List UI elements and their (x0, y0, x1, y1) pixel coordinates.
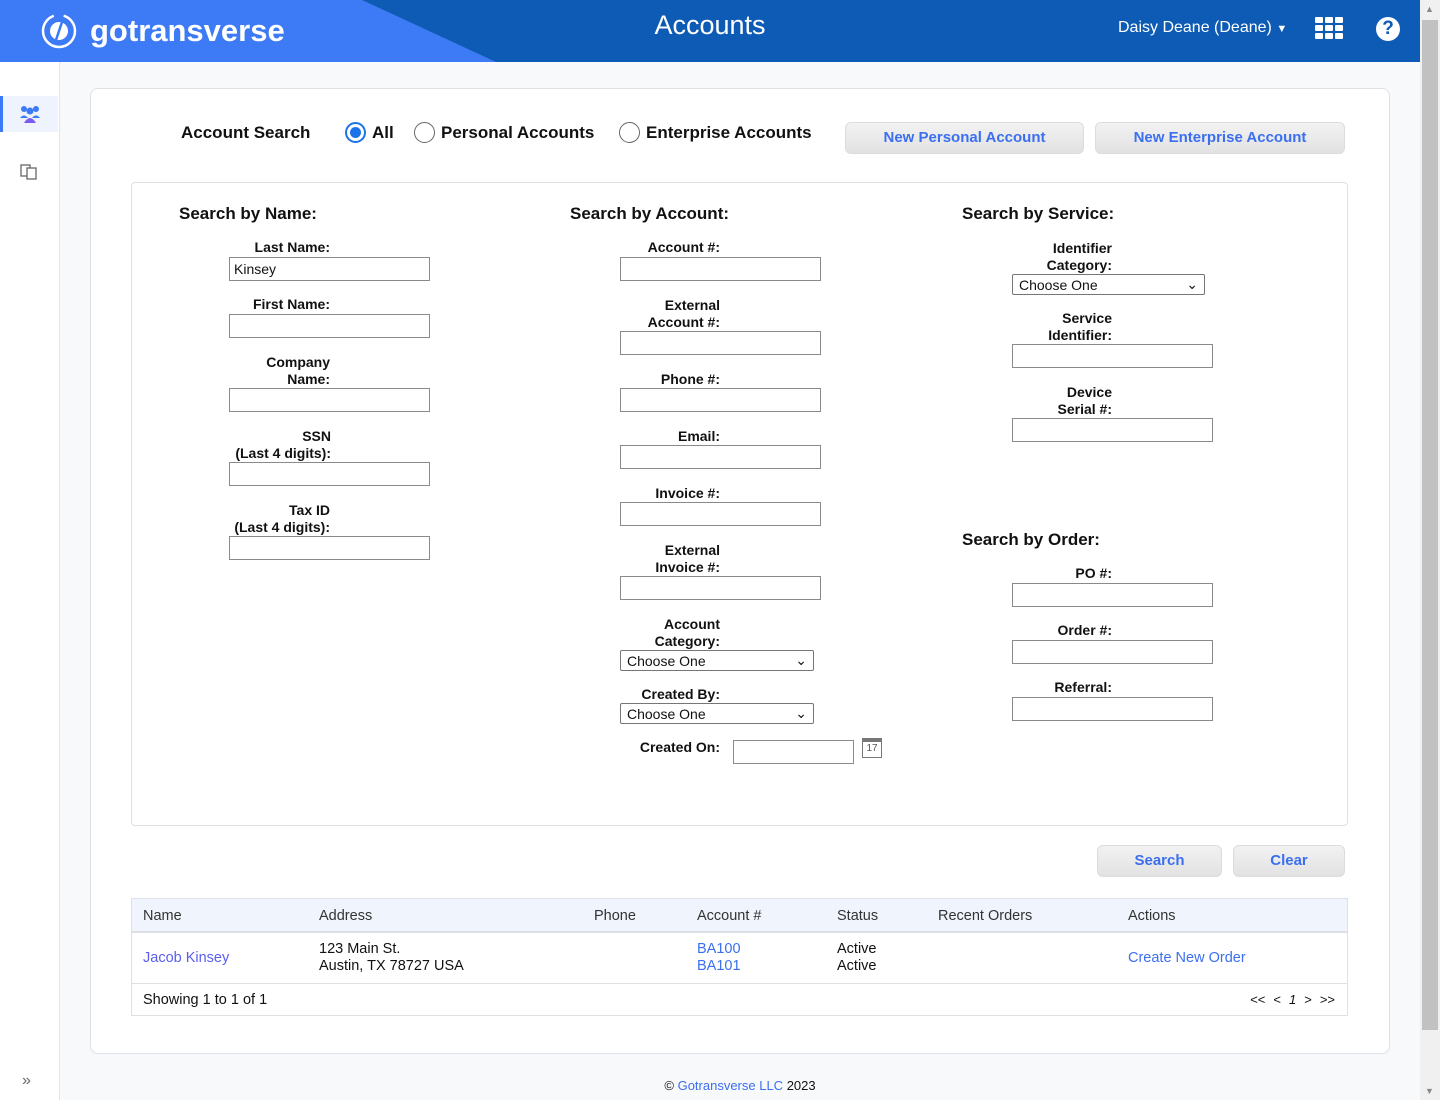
external-invoice-label: External Invoice #: (655, 542, 720, 575)
account-number-input[interactable] (620, 257, 821, 281)
prev-page-button[interactable]: < (1273, 992, 1281, 1007)
phone-input[interactable] (620, 388, 821, 412)
company-name-input[interactable] (229, 388, 430, 412)
company-link[interactable]: Gotransverse LLC (678, 1078, 784, 1093)
new-personal-account-button[interactable]: New Personal Account (845, 122, 1084, 154)
created-by-select[interactable]: Choose One ⌄ (620, 703, 814, 724)
external-invoice-input[interactable] (620, 576, 821, 600)
sidebar: » (0, 62, 60, 1100)
referral-input[interactable] (1012, 697, 1213, 721)
chevron-down-icon: ⌄ (795, 705, 807, 721)
footer: © Gotransverse LLC 2023 (664, 1078, 816, 1093)
table-header: Name Address Phone Account # Status Rece… (132, 899, 1347, 933)
invoice-label: Invoice #: (655, 485, 720, 501)
scrollbar[interactable]: ▲ ▼ (1420, 0, 1440, 1100)
sidebar-item-accounts[interactable] (0, 96, 58, 132)
last-name-input[interactable]: Kinsey (229, 257, 430, 281)
created-by-label: Created By: (641, 686, 720, 702)
invoice-input[interactable] (620, 502, 821, 526)
first-page-button[interactable]: << (1250, 992, 1265, 1007)
help-icon[interactable]: ? (1376, 17, 1400, 41)
radio-all[interactable]: All (345, 122, 394, 143)
top-header: gotransverse Accounts Daisy Deane (Deane… (0, 0, 1420, 62)
documents-icon[interactable] (19, 161, 39, 181)
radio-enterprise-accounts[interactable]: Enterprise Accounts (619, 122, 812, 143)
accounts-users-icon (20, 106, 40, 123)
pager: << < 1 > >> (1250, 992, 1335, 1007)
email-input[interactable] (620, 445, 821, 469)
current-page[interactable]: 1 (1289, 992, 1296, 1007)
created-on-label: Created On: (639, 739, 720, 755)
email-label: Email: (677, 428, 720, 444)
external-account-input[interactable] (620, 331, 821, 355)
col-recent-orders: Recent Orders (938, 908, 1033, 924)
table-footer: Showing 1 to 1 of 1 << < 1 > >> (132, 983, 1347, 1016)
account-number-label: Account #: (647, 239, 720, 255)
calendar-icon[interactable]: 17 (862, 738, 882, 758)
service-identifier-label: Service Identifier: (1048, 310, 1112, 343)
create-new-order-link[interactable]: Create New Order (1128, 950, 1246, 966)
first-name-label: First Name: (252, 296, 330, 312)
po-label: PO #: (1075, 565, 1112, 581)
apps-grid-icon[interactable] (1315, 17, 1343, 39)
order-label: Order #: (1057, 622, 1112, 638)
account-link-ba100[interactable]: BA100 (697, 941, 741, 957)
status-ba100: Active (837, 941, 877, 957)
col-name: Name (143, 908, 182, 924)
search-by-account-heading: Search by Account: (570, 204, 730, 223)
search-by-service-heading: Search by Service: (962, 204, 1115, 223)
showing-count: Showing 1 to 1 of 1 (143, 992, 268, 1008)
account-category-select[interactable]: Choose One ⌄ (620, 650, 814, 671)
phone-label: Phone #: (660, 371, 720, 387)
order-input[interactable] (1012, 640, 1213, 664)
next-page-button[interactable]: > (1304, 992, 1312, 1007)
last-name-label: Last Name: (254, 239, 330, 255)
account-category-label: Account Category: (654, 616, 720, 649)
col-phone: Phone (594, 908, 636, 924)
ssn-label: SSN (Last 4 digits): (235, 428, 331, 461)
search-by-order-heading: Search by Order: (962, 530, 1100, 549)
chevron-down-icon: ⌄ (795, 652, 807, 668)
search-button[interactable]: Search (1097, 845, 1222, 877)
account-name-link[interactable]: Jacob Kinsey (143, 950, 229, 966)
caret-down-icon: ▼ (1276, 23, 1288, 35)
search-by-name-heading: Search by Name: (179, 204, 317, 223)
po-input[interactable] (1012, 583, 1213, 607)
radio-personal-accounts[interactable]: Personal Accounts (414, 122, 594, 143)
double-chevron-right-icon[interactable]: » (22, 1072, 31, 1090)
tax-id-label: Tax ID (Last 4 digits): (234, 502, 330, 535)
col-status: Status (837, 908, 879, 924)
col-address: Address (319, 908, 373, 924)
user-menu[interactable]: Daisy Deane (Deane) ▼ (1118, 19, 1287, 37)
first-name-input[interactable] (229, 314, 430, 338)
address-line2: Austin, TX 78727 USA (319, 958, 464, 974)
ssn-input[interactable] (229, 462, 430, 486)
device-serial-label: Device Serial #: (1057, 384, 1112, 417)
new-enterprise-account-button[interactable]: New Enterprise Account (1095, 122, 1345, 154)
results-table: Name Address Phone Account # Status Rece… (131, 898, 1348, 1016)
last-page-button[interactable]: >> (1320, 992, 1335, 1007)
account-link-ba101[interactable]: BA101 (697, 958, 741, 974)
col-actions: Actions (1128, 908, 1176, 924)
referral-label: Referral: (1054, 679, 1112, 695)
address-line1: 123 Main St. (319, 941, 401, 957)
service-identifier-input[interactable] (1012, 344, 1213, 368)
device-serial-input[interactable] (1012, 418, 1213, 442)
clear-button[interactable]: Clear (1233, 845, 1345, 877)
tax-id-input[interactable] (229, 536, 430, 560)
chevron-down-icon: ⌄ (1186, 276, 1198, 292)
created-on-input[interactable] (733, 740, 854, 764)
identifier-category-select[interactable]: Choose One ⌄ (1012, 274, 1205, 295)
external-account-label: External Account #: (647, 297, 720, 330)
status-ba101: Active (837, 958, 877, 974)
identifier-category-label: Identifier Category: (1046, 240, 1112, 273)
col-account: Account # (697, 908, 762, 924)
company-name-label: Company Name: (266, 354, 330, 387)
account-search-title: Account Search (181, 123, 311, 142)
